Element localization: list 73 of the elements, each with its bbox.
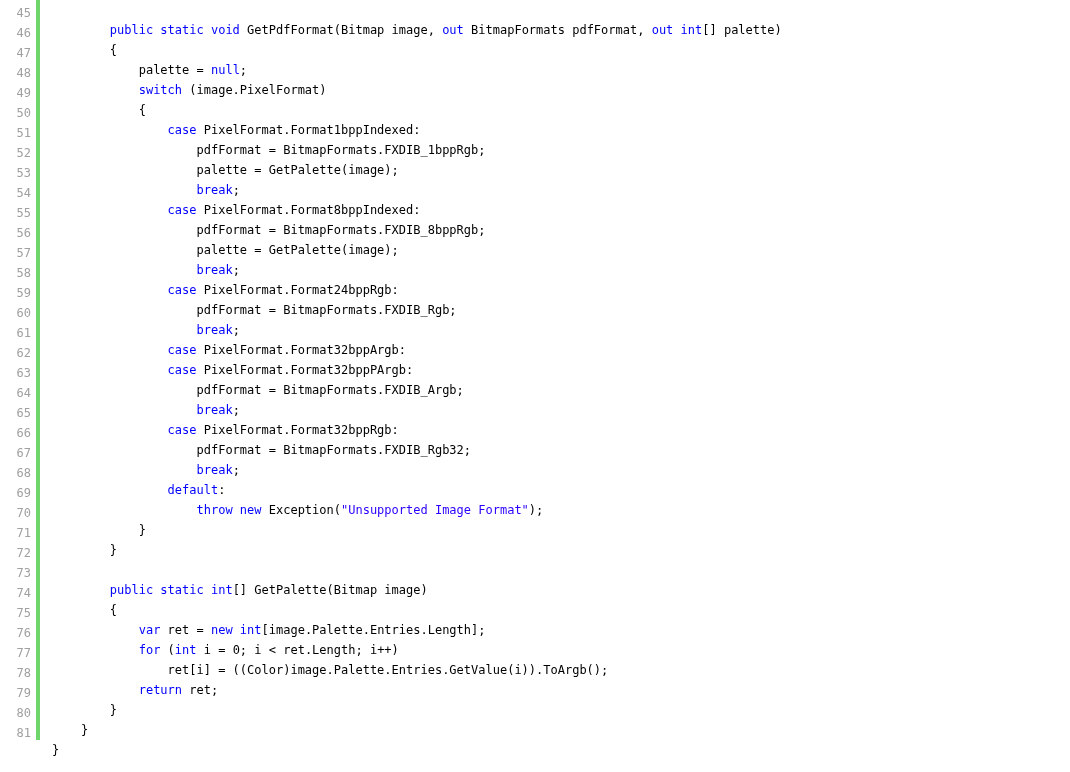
line-number: 56 — [16, 226, 31, 240]
code-line: break; — [195, 463, 240, 477]
code-line: case PixelFormat.Format32bppArgb: — [166, 343, 406, 357]
line-number: 76 — [16, 626, 31, 640]
code-line: { — [108, 43, 118, 57]
line-number: 48 — [16, 66, 31, 80]
line-number: 73 — [16, 566, 31, 580]
line-number: 64 — [16, 386, 31, 400]
code-line: break; — [195, 323, 240, 337]
code-line: } — [79, 723, 89, 737]
code-line: public static void GetPdfFormat(Bitmap image, out BitmapFormats pdfFormat, out int[] palette) — [108, 23, 782, 37]
line-number: 53 — [16, 166, 31, 180]
code-line: { — [108, 603, 118, 617]
code-line: ret[i] = ((Color)image.Palette.Entries.GetValue(i)).ToArgb(); — [166, 663, 609, 677]
line-number: 70 — [16, 506, 31, 520]
code-line: var ret = new int[image.Palette.Entries.Length]; — [137, 623, 486, 637]
code-line: palette = GetPalette(image); — [195, 243, 399, 257]
code-line: pdfFormat = BitmapFormats.FXDIB_Rgb32; — [195, 443, 472, 457]
line-number: 45 — [16, 6, 31, 20]
line-number: 77 — [16, 646, 31, 660]
line-number: 65 — [16, 406, 31, 420]
code-line: switch (image.PixelFormat) — [137, 83, 327, 97]
code-line: { — [137, 103, 146, 117]
code-line: case PixelFormat.Format8bppIndexed: — [166, 203, 421, 217]
line-number: 71 — [16, 526, 31, 540]
code-line: case PixelFormat.Format1bppIndexed: — [166, 123, 421, 137]
line-number: 49 — [16, 86, 31, 100]
line-number: 68 — [16, 466, 31, 480]
code-line: throw new Exception("Unsupported Image Format"); — [195, 503, 544, 517]
code-line: } — [52, 743, 60, 757]
line-number: 47 — [16, 46, 31, 60]
line-number: 58 — [16, 266, 31, 280]
code-line: pdfFormat = BitmapFormats.FXDIB_Rgb; — [195, 303, 457, 317]
code-line: break; — [195, 183, 240, 197]
code-line: break; — [195, 263, 240, 277]
code-line: } — [108, 703, 118, 717]
line-number: 59 — [16, 286, 31, 300]
line-number: 79 — [16, 686, 31, 700]
line-number: 67 — [16, 446, 31, 460]
line-number: 61 — [16, 326, 31, 340]
code-line: pdfFormat = BitmapFormats.FXDIB_1bppRgb; — [195, 143, 486, 157]
line-number: 69 — [16, 486, 31, 500]
line-number: 46 — [16, 26, 31, 40]
line-number: 80 — [16, 706, 31, 720]
code-line: } — [108, 543, 118, 557]
line-number: 72 — [16, 546, 31, 560]
line-number: 78 — [16, 666, 31, 680]
line-number: 55 — [16, 206, 31, 220]
code-line: case PixelFormat.Format32bppPArgb: — [166, 363, 414, 377]
code-line: pdfFormat = BitmapFormats.FXDIB_Argb; — [195, 383, 464, 397]
code-line: palette = null; — [137, 63, 248, 77]
line-number: 52 — [16, 146, 31, 160]
line-number: 50 — [16, 106, 31, 120]
line-number: 75 — [16, 606, 31, 620]
line-number: 66 — [16, 426, 31, 440]
code-line: palette = GetPalette(image); — [195, 163, 399, 177]
line-number: 81 — [16, 726, 31, 740]
code-line: pdfFormat = BitmapFormats.FXDIB_8bppRgb; — [195, 223, 486, 237]
line-number: 57 — [16, 246, 31, 260]
code-line: } — [137, 523, 146, 537]
line-number: 63 — [16, 366, 31, 380]
line-number: 51 — [16, 126, 31, 140]
line-number: 74 — [16, 586, 31, 600]
code-line: public static int[] GetPalette(Bitmap image) — [108, 583, 428, 597]
line-number: 62 — [16, 346, 31, 360]
code-line: case PixelFormat.Format24bppRgb: — [166, 283, 399, 297]
code-line: return ret; — [137, 683, 219, 697]
line-number: 60 — [16, 306, 31, 320]
line-number: 54 — [16, 186, 31, 200]
code-line: default: — [166, 483, 226, 497]
code-line: case PixelFormat.Format32bppRgb: — [166, 423, 399, 437]
code-line: break; — [195, 403, 240, 417]
code-line: for (int i = 0; i < ret.Length; i++) — [137, 643, 399, 657]
